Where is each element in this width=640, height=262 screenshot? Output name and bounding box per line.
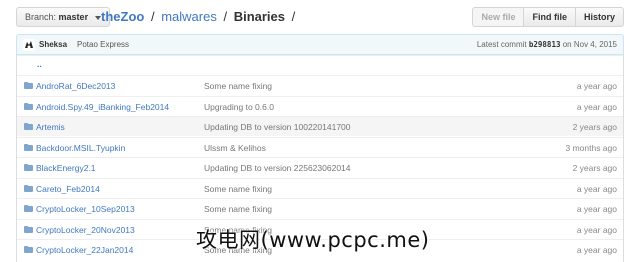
table-row: Android.Spy.49_iBanking_Feb2014 Upgrading…: [17, 96, 623, 116]
table-row: Backdoor.MSIL.Tyupkin Ulssm & Kelihos 3 mo…: [17, 137, 623, 157]
commit-message-link[interactable]: Some name fixing: [204, 80, 272, 92]
folder-name-link[interactable]: Android.Spy.49_iBanking_Feb2014: [36, 101, 169, 113]
folder-icon: [24, 103, 33, 110]
folder-icon: [24, 144, 33, 151]
new-file-button[interactable]: New file: [472, 7, 525, 27]
commit-age: a year ago: [576, 184, 617, 194]
table-row: Careto_Feb2014 Some name fixing a year ago: [17, 178, 623, 198]
branch-label: Branch:: [25, 12, 57, 22]
folder-icon: [24, 164, 33, 171]
commit-age: 2 years ago: [572, 163, 617, 173]
commit-age: a year ago: [576, 81, 617, 91]
commit-message-link[interactable]: Upgrading to 0.6.0: [204, 101, 274, 113]
parent-directory-link[interactable]: ..: [37, 58, 42, 70]
folder-icon: [24, 246, 33, 253]
folder-icon: [24, 226, 33, 233]
folder-name-link[interactable]: CryptoLocker_22Jan2014: [36, 244, 133, 256]
folder-name-link[interactable]: CryptoLocker_10Sep2013: [36, 203, 135, 215]
table-row: Artemis Updating DB to version 1002201417…: [17, 116, 623, 136]
commit-age: a year ago: [576, 204, 617, 214]
folder-name-link[interactable]: BlackEnergy2.1: [36, 162, 96, 174]
table-row: AndroRat_6Dec2013 Some name fixing a year …: [17, 75, 623, 95]
commit-message-link[interactable]: Updating DB to version 225623062014: [204, 162, 351, 174]
latest-commit-bar: Sheksa Potao Express Latest commit b2988…: [16, 34, 624, 55]
folder-name-link[interactable]: AndroRat_6Dec2013: [36, 80, 115, 92]
breadcrumb-separator: /: [291, 9, 296, 24]
commit-age: a year ago: [576, 225, 617, 235]
commit-meta: Latest commit b298813 on Nov 4, 2015: [477, 39, 617, 51]
table-row: BlackEnergy2.1 Updating DB to version 225…: [17, 157, 623, 177]
commit-on-label: on: [562, 40, 572, 49]
commit-age: 3 months ago: [565, 143, 617, 153]
folder-name-link[interactable]: Careto_Feb2014: [36, 183, 100, 195]
branch-name: master: [58, 12, 89, 22]
commit-message-link[interactable]: Potao Express: [77, 39, 129, 51]
commit-age: a year ago: [576, 245, 617, 255]
commit-message-link[interactable]: Ulssm & Kelihos: [204, 142, 266, 154]
commit-message-link[interactable]: Some name fixing: [204, 183, 272, 195]
commit-date: Nov 4, 2015: [573, 40, 617, 49]
watermark-text: 攻电网(www.pcpc.me): [196, 228, 430, 252]
folder-name-link[interactable]: Artemis: [36, 121, 65, 133]
folder-icon: [24, 123, 33, 130]
commit-author-link[interactable]: Sheksa: [39, 39, 67, 51]
file-navigation: Branch: master theZoo / malwares / Binar…: [0, 0, 640, 34]
folder-name-link[interactable]: Backdoor.MSIL.Tyupkin: [36, 142, 125, 154]
table-row: CryptoLocker_10Sep2013 Some name fixing a …: [17, 198, 623, 218]
commit-age: a year ago: [576, 102, 617, 112]
commit-age: 2 years ago: [572, 122, 617, 132]
folder-icon: [24, 185, 33, 192]
breadcrumb-malwares-link[interactable]: malwares: [161, 9, 217, 24]
history-button[interactable]: History: [574, 7, 624, 27]
commit-message-link[interactable]: Some name fixing: [204, 203, 272, 215]
find-file-button[interactable]: Find file: [523, 7, 576, 27]
parent-directory-row[interactable]: ..: [17, 55, 623, 75]
commit-sha-link[interactable]: b298813: [529, 40, 561, 49]
breadcrumb-current-folder: Binaries: [233, 9, 286, 24]
caret-down-icon: [94, 15, 101, 20]
file-actions-group: New file Find file History: [472, 7, 624, 27]
latest-commit-label: Latest commit: [476, 40, 527, 49]
commit-message-link[interactable]: Updating DB to version 100220141700: [204, 121, 351, 133]
folder-name-link[interactable]: CryptoLocker_20Nov2013: [36, 224, 135, 236]
avatar[interactable]: [23, 39, 35, 51]
branch-select-button[interactable]: Branch: master: [16, 7, 110, 27]
breadcrumb-repo-link[interactable]: theZoo: [101, 9, 144, 24]
breadcrumb: theZoo / malwares / Binaries /: [101, 8, 298, 25]
breadcrumb-separator: /: [150, 9, 155, 24]
folder-icon: [24, 82, 33, 89]
breadcrumb-separator: /: [223, 9, 228, 24]
folder-icon: [24, 205, 33, 212]
